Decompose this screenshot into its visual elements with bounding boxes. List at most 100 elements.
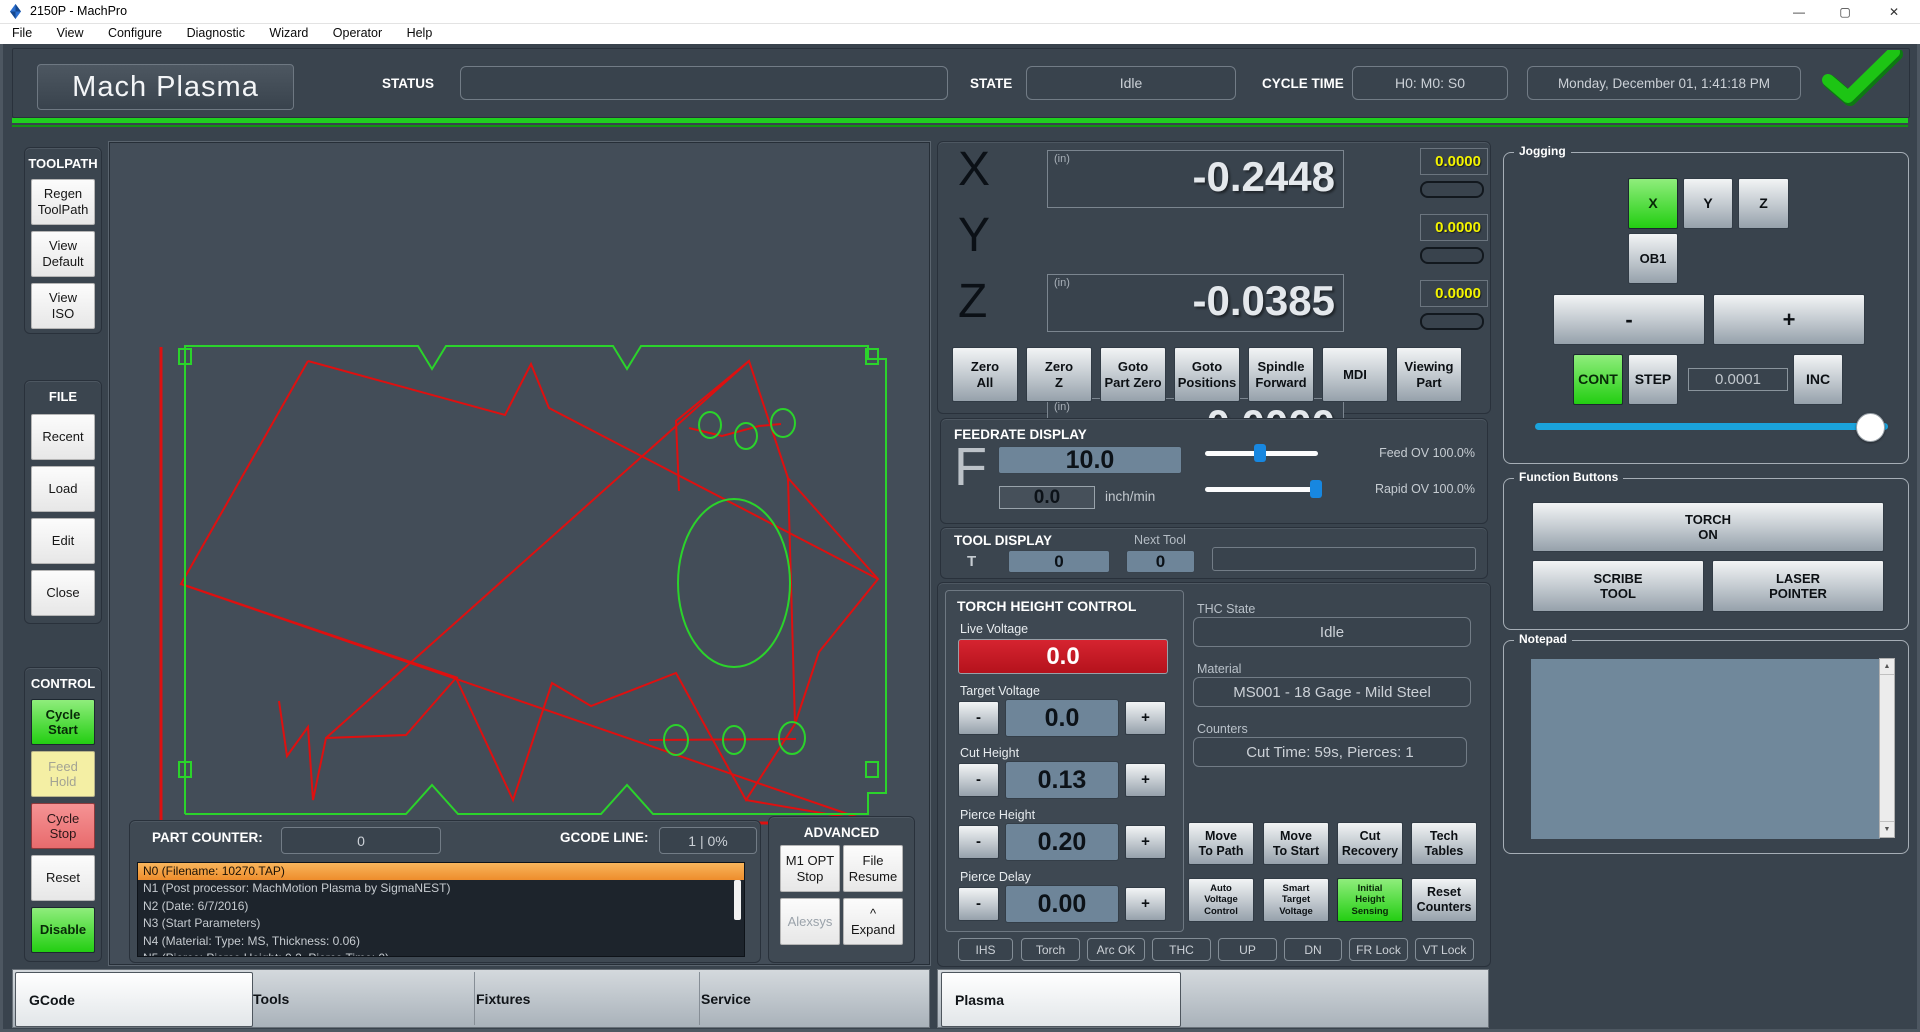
auto-voltage-control-button[interactable]: Auto Voltage Control [1188, 878, 1254, 922]
close-button[interactable]: ✕ [1868, 0, 1920, 23]
zero-all-button[interactable]: Zero All [952, 347, 1018, 402]
feed-hold-button[interactable]: Feed Hold [31, 751, 95, 797]
gcode-list-item[interactable]: N3 (Start Parameters) [138, 915, 744, 932]
file-resume-button[interactable]: File Resume [843, 845, 903, 892]
pierce-delay-plus-button[interactable]: + [1125, 887, 1166, 921]
tab-plasma[interactable]: Plasma [941, 972, 1181, 1027]
gcode-list-item[interactable]: N4 (Material: Type: MS, Thickness: 0.06) [138, 933, 744, 950]
regen-toolpath-button[interactable]: Regen ToolPath [31, 179, 95, 225]
tool-t-label: T [967, 553, 976, 570]
maximize-button[interactable]: ▢ [1822, 0, 1868, 23]
cycle-start-button[interactable]: Cycle Start [31, 699, 95, 745]
gcode-list-item[interactable]: N2 (Date: 6/7/2016) [138, 898, 744, 915]
file-recent-button[interactable]: Recent [31, 414, 95, 460]
file-close-button[interactable]: Close [31, 570, 95, 616]
reset-button[interactable]: Reset [31, 855, 95, 901]
pierce-height-plus-button[interactable]: + [1125, 825, 1166, 859]
gcode-list-item[interactable]: N5 (Pierce: Pierce Height: 0.2, Pierce T… [138, 950, 744, 957]
part-counter-field: 0 [281, 827, 441, 854]
menu-help[interactable]: Help [397, 24, 443, 42]
jog-speed-slider[interactable] [1535, 423, 1888, 430]
menu-diagnostic[interactable]: Diagnostic [177, 24, 255, 42]
gcode-list-item[interactable]: N1 (Post processor: MachMotion Plasma by… [138, 880, 744, 897]
spindle-forward-button[interactable]: Spindle Forward [1248, 347, 1314, 402]
smart-target-voltage-button[interactable]: Smart Target Voltage [1263, 878, 1329, 922]
pierce-delay-field[interactable]: 0.00 [1005, 885, 1119, 923]
pierce-height-minus-button[interactable]: - [958, 825, 999, 859]
jog-axis-y-button[interactable]: Y [1683, 178, 1733, 229]
jog-aux-ob1-button[interactable]: OB1 [1628, 233, 1678, 284]
tool-current-field: 0 [1008, 550, 1110, 573]
minimize-button[interactable]: — [1776, 0, 1822, 23]
jog-minus-button[interactable]: - [1553, 294, 1705, 345]
move-to-path-button[interactable]: Move To Path [1188, 822, 1254, 865]
gcode-list-scrollbar[interactable] [734, 880, 741, 920]
menu-wizard[interactable]: Wizard [259, 24, 318, 42]
jog-increment-field[interactable]: 0.0001 [1688, 368, 1788, 391]
rapid-override-slider[interactable] [1205, 487, 1318, 492]
target-voltage-plus-button[interactable]: + [1125, 701, 1166, 735]
disable-button[interactable]: Disable [31, 907, 95, 953]
thc-state-field: Idle [1193, 617, 1471, 647]
view-iso-button[interactable]: View ISO [31, 283, 95, 329]
file-edit-button[interactable]: Edit [31, 518, 95, 564]
torch-on-button[interactable]: TORCH ON [1532, 502, 1884, 552]
tech-tables-button[interactable]: Tech Tables [1411, 822, 1477, 865]
cut-height-plus-button[interactable]: + [1125, 763, 1166, 797]
notepad-textarea[interactable] [1530, 658, 1881, 840]
tab-fixtures[interactable]: Fixtures [463, 972, 700, 1025]
goto-part-zero-button[interactable]: Goto Part Zero [1100, 347, 1166, 402]
tab-service[interactable]: Service [688, 972, 941, 1025]
menu-configure[interactable]: Configure [98, 24, 172, 42]
expand-button[interactable]: ^ Expand [843, 898, 903, 945]
menu-view[interactable]: View [47, 24, 94, 42]
cut-height-field[interactable]: 0.13 [1005, 761, 1119, 799]
scroll-up-icon[interactable]: ▲ [1880, 659, 1894, 675]
vt-lock-indicator: VT Lock [1415, 938, 1474, 961]
m1-opt-stop-button[interactable]: M1 OPT Stop [780, 845, 840, 892]
jog-cont-button[interactable]: CONT [1573, 354, 1623, 405]
goto-positions-button[interactable]: Goto Positions [1174, 347, 1240, 402]
laser-pointer-button[interactable]: LASER POINTER [1712, 560, 1884, 612]
pierce-height-field[interactable]: 0.20 [1005, 823, 1119, 861]
target-voltage-field[interactable]: 0.0 [1005, 699, 1119, 737]
feedrate-commanded-field[interactable]: 10.0 [998, 446, 1182, 474]
menu-operator[interactable]: Operator [323, 24, 392, 42]
move-to-start-button[interactable]: Move To Start [1263, 822, 1329, 865]
zero-z-button[interactable]: Zero Z [1026, 347, 1092, 402]
file-load-button[interactable]: Load [31, 466, 95, 512]
view-default-button[interactable]: View Default [31, 231, 95, 277]
initial-height-sensing-button[interactable]: Initial Height Sensing [1337, 878, 1403, 922]
material-field[interactable]: MS001 - 18 Gage - Mild Steel [1193, 677, 1471, 707]
menu-file[interactable]: File [2, 24, 42, 42]
notepad-scrollbar[interactable]: ▲ ▼ [1879, 658, 1895, 838]
jog-inc-button[interactable]: INC [1793, 354, 1843, 405]
gcode-list[interactable]: N0 (Filename: 10270.TAP) N1 (Post proces… [137, 862, 745, 957]
gcode-list-item[interactable]: N0 (Filename: 10270.TAP) [138, 863, 744, 880]
cut-recovery-button[interactable]: Cut Recovery [1337, 822, 1403, 865]
cut-height-minus-button[interactable]: - [958, 763, 999, 797]
tab-tools[interactable]: Tools [240, 972, 475, 1025]
window-titlebar: 2150P - MachPro — ▢ ✕ [0, 0, 1920, 24]
dro-z-load-bar [1420, 313, 1484, 330]
jog-axis-z-button[interactable]: Z [1738, 178, 1789, 229]
scribe-tool-button[interactable]: SCRIBE TOOL [1532, 560, 1704, 612]
dro-z-following-error: 0.0000 [1420, 280, 1488, 307]
tool-next-label: Next Tool [1120, 533, 1200, 547]
live-voltage-field: 0.0 [958, 639, 1168, 674]
cycle-stop-button[interactable]: Cycle Stop [31, 803, 95, 849]
pierce-delay-minus-button[interactable]: - [958, 887, 999, 921]
jog-axis-x-button[interactable]: X [1628, 178, 1678, 229]
jog-step-button[interactable]: STEP [1628, 354, 1678, 405]
jog-plus-button[interactable]: + [1713, 294, 1865, 345]
jog-speed-slider-thumb[interactable] [1856, 413, 1885, 442]
feed-override-slider-thumb[interactable] [1254, 444, 1266, 462]
rapid-override-label: Rapid OV 100.0% [1320, 482, 1475, 498]
tab-gcode[interactable]: GCode [15, 972, 253, 1027]
viewing-part-button[interactable]: Viewing Part [1396, 347, 1462, 402]
alexsys-button[interactable]: Alexsys [780, 898, 840, 945]
mdi-button[interactable]: MDI [1322, 347, 1388, 402]
scroll-down-icon[interactable]: ▼ [1880, 821, 1894, 837]
target-voltage-minus-button[interactable]: - [958, 701, 999, 735]
reset-counters-button[interactable]: Reset Counters [1411, 878, 1477, 922]
